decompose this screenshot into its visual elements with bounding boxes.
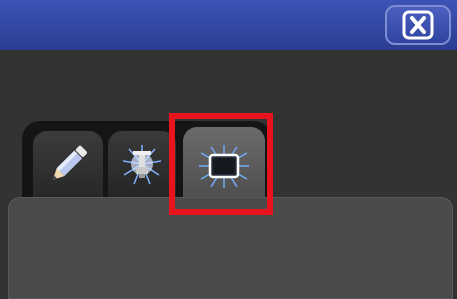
title-bar — [0, 0, 457, 50]
tab-lighting[interactable] — [108, 131, 176, 201]
tab-edit[interactable] — [33, 131, 103, 201]
spotlight-fixture-icon — [117, 139, 167, 193]
pencil-icon — [43, 139, 93, 193]
close-x-icon — [401, 10, 435, 40]
content-panel — [8, 197, 453, 299]
glowing-screen-icon — [197, 141, 251, 195]
close-button[interactable] — [385, 5, 451, 45]
